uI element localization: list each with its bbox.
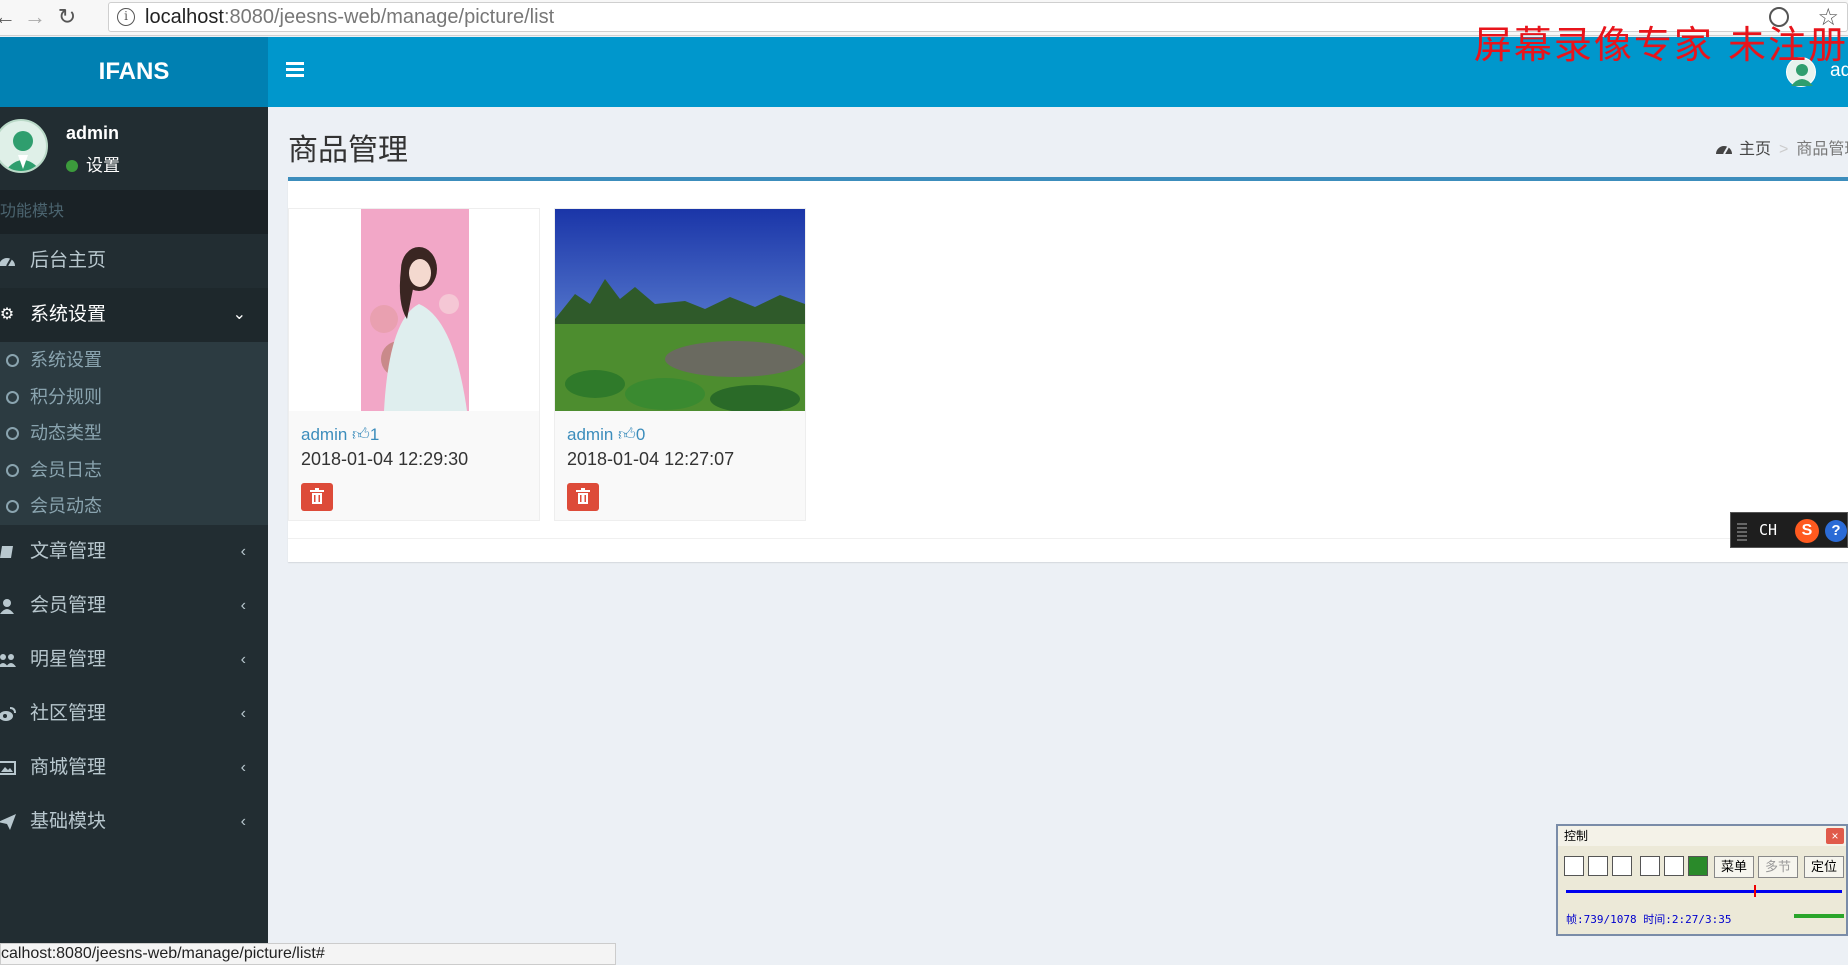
- breadcrumb: 主页 > 商品管理: [1715, 135, 1848, 161]
- picture-card: admin 👍︎0 2018-01-04 12:27:07: [554, 208, 806, 521]
- online-dot-icon: [66, 160, 78, 172]
- volume-slider[interactable]: [1794, 914, 1844, 918]
- circle-icon: [6, 500, 19, 513]
- circle-icon: [6, 354, 19, 367]
- back-icon[interactable]: ←: [0, 6, 16, 28]
- sidebar-section-header: 功能模块: [0, 190, 268, 234]
- weibo-icon: [0, 706, 16, 722]
- recorder-watermark: 屏幕录像专家 未注册: [1473, 23, 1848, 67]
- sidebar-item-dashboard[interactable]: 后台主页: [0, 234, 268, 288]
- delete-button[interactable]: [301, 483, 333, 511]
- progress-track[interactable]: [1566, 885, 1842, 897]
- picture-list-box: admin 👍︎1 2018-01-04 12:29:30 admin 👍︎0 …: [288, 177, 1848, 562]
- sogou-logo-icon[interactable]: S: [1795, 519, 1819, 543]
- breadcrumb-current: 商品管理: [1796, 141, 1848, 158]
- sidebar-item-shop[interactable]: 商城管理 ‹: [0, 741, 268, 795]
- box-footer: [288, 538, 1848, 539]
- gear-icon: ⚙: [0, 306, 15, 323]
- drag-handle-icon[interactable]: [1737, 521, 1747, 541]
- card-date: 2018-01-04 12:27:07: [567, 449, 735, 469]
- reload-icon[interactable]: ↻: [56, 6, 78, 28]
- user-panel: admin 设置: [0, 107, 268, 189]
- sidebar-toggle-icon[interactable]: [286, 62, 304, 78]
- chevron-left-icon: ‹: [240, 758, 246, 776]
- trash-icon: [576, 488, 590, 504]
- picture-thumbnail[interactable]: [555, 209, 805, 411]
- chevron-left-icon: ‹: [240, 704, 246, 722]
- sidebar-item-stars[interactable]: 明星管理 ‹: [0, 633, 268, 687]
- circle-icon: [6, 427, 19, 440]
- user-status[interactable]: 设置: [66, 151, 120, 176]
- forward-icon[interactable]: →: [24, 6, 46, 28]
- submenu-item-system-settings[interactable]: 系统设置: [0, 342, 268, 379]
- user-icon: [0, 598, 16, 614]
- locate-button[interactable]: 定位: [1804, 856, 1844, 878]
- dashboard-icon: [0, 253, 16, 269]
- chevron-left-icon: ‹: [240, 542, 246, 560]
- chevron-left-icon: ‹: [240, 596, 246, 614]
- chevron-left-icon: ‹: [240, 812, 246, 830]
- sidebar-item-basic-modules[interactable]: 基础模块 ‹: [0, 795, 268, 849]
- picture-icon: [0, 760, 16, 776]
- next-icon[interactable]: [1612, 856, 1632, 876]
- user-avatar: [0, 119, 48, 173]
- sidebar-item-members[interactable]: 会员管理 ‹: [0, 579, 268, 633]
- card-meta[interactable]: admin 👍︎0: [567, 424, 645, 445]
- locate-cursor-icon[interactable]: [1688, 856, 1708, 876]
- sidebar-menu: 后台主页 ⚙ 系统设置 ⌄ 系统设置 积分规则 动态类型 会员日志 会员动态 文…: [0, 234, 268, 849]
- circle-icon: [6, 463, 19, 477]
- circle-icon: [6, 390, 19, 404]
- recorder-title: 控制: [1558, 826, 1846, 846]
- status-url: calhost:8080/jeesns-web/manage/picture/l…: [0, 943, 616, 965]
- paper-plane-icon: [0, 813, 16, 830]
- sidebar-item-articles[interactable]: 文章管理 ‹: [0, 525, 268, 579]
- thumbs-up-icon: 👍︎: [352, 425, 370, 444]
- user-name: admin: [66, 123, 120, 143]
- submenu-item-member-log[interactable]: 会员日志: [0, 452, 268, 489]
- progress-marker[interactable]: [1754, 885, 1756, 897]
- dashboard-icon: [1715, 142, 1733, 161]
- picture-thumbnail[interactable]: [289, 209, 539, 411]
- submenu-system-settings: 系统设置 积分规则 动态类型 会员日志 会员动态: [0, 342, 268, 525]
- breadcrumb-separator: >: [1779, 141, 1789, 158]
- sidebar: admin 设置 功能模块 后台主页 ⚙ 系统设置 ⌄ 系统设置 积分规则 动态…: [0, 107, 268, 965]
- submenu-item-score-rules[interactable]: 积分规则: [0, 379, 268, 416]
- page-title: 商品管理: [288, 134, 408, 167]
- chevron-down-icon: ⌄: [232, 306, 246, 323]
- card-meta[interactable]: admin 👍︎1: [301, 424, 379, 445]
- trash-icon: [310, 488, 324, 504]
- info-icon[interactable]: i: [117, 8, 135, 26]
- multi-section-button: 多节: [1758, 856, 1799, 878]
- submenu-item-action-types[interactable]: 动态类型: [0, 415, 268, 452]
- recorder-status: 帧:739/1078 时间:2:27/3:35: [1566, 913, 1732, 926]
- help-icon[interactable]: ?: [1825, 520, 1847, 542]
- picture-card: admin 👍︎1 2018-01-04 12:29:30: [288, 208, 540, 521]
- play-icon[interactable]: [1564, 856, 1584, 876]
- url-text: localhost:8080/jeesns-web/manage/picture…: [145, 6, 555, 28]
- fullscreen-icon[interactable]: [1640, 856, 1660, 876]
- ime-toolbar: CH S ?: [1730, 512, 1848, 548]
- recorder-buttons: 菜单 多节 定位: [1564, 856, 1844, 878]
- fit-icon[interactable]: [1664, 856, 1684, 876]
- chevron-left-icon: ‹: [240, 650, 246, 668]
- card-date: 2018-01-04 12:29:30: [301, 449, 469, 469]
- app-logo[interactable]: IFANS: [0, 37, 268, 107]
- menu-button[interactable]: 菜单: [1714, 856, 1755, 878]
- thumbs-up-icon: 👍︎: [618, 425, 636, 444]
- close-icon[interactable]: ×: [1826, 828, 1844, 844]
- sidebar-item-system-settings[interactable]: ⚙ 系统设置 ⌄: [0, 288, 268, 342]
- stop-icon[interactable]: [1588, 856, 1608, 876]
- sidebar-item-community[interactable]: 社区管理 ‹: [0, 687, 268, 741]
- submenu-item-member-activity[interactable]: 会员动态: [0, 488, 268, 525]
- delete-button[interactable]: [567, 483, 599, 511]
- recorder-control: 控制 × 菜单 多节 定位 帧:739/1078 时间:2:27/3:35: [1556, 824, 1848, 936]
- users-icon: [0, 652, 16, 668]
- breadcrumb-home[interactable]: 主页: [1739, 141, 1771, 158]
- ime-language[interactable]: CH: [1759, 521, 1777, 539]
- book-icon: [0, 544, 16, 560]
